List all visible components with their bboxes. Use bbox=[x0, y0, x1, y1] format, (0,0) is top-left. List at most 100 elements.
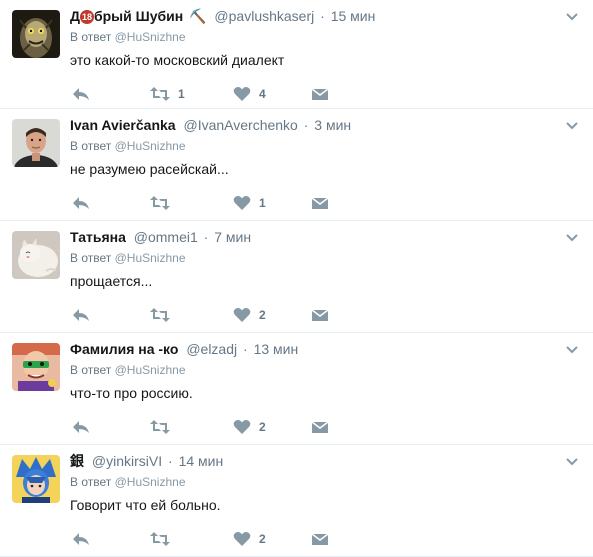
reply-to-handle[interactable]: @HuSnizhne bbox=[115, 251, 186, 265]
reply-to-handle[interactable]: @HuSnizhne bbox=[115, 30, 186, 44]
reply-context: В ответ @HuSnizhne bbox=[70, 249, 581, 267]
tweet[interactable]: Д 18 брый Шубин ⛏️ @pavlushkaserj · 15 мин… bbox=[0, 0, 593, 109]
reply-context: В ответ @HuSnizhne bbox=[70, 28, 581, 46]
replies-feed: Д 18 брый Шубин ⛏️ @pavlushkaserj · 15 мин… bbox=[0, 0, 593, 557]
tweet-timestamp[interactable]: 7 мин bbox=[214, 229, 251, 245]
retweet-icon bbox=[150, 196, 170, 210]
tweet[interactable]: Татьяна @ommei1 · 7 мин В ответ @HuSnizh… bbox=[0, 221, 593, 333]
tweet-timestamp[interactable]: 3 мин bbox=[314, 117, 351, 133]
like-button[interactable]: 2 bbox=[233, 305, 266, 325]
more-caret-icon[interactable] bbox=[565, 10, 579, 24]
tweet-content: Татьяна @ommei1 · 7 мин В ответ @HuSnizh… bbox=[70, 227, 581, 322]
tweet-actions: 2 bbox=[70, 529, 370, 549]
more-caret-icon[interactable] bbox=[565, 343, 579, 357]
retweet-icon bbox=[150, 420, 170, 434]
like-button[interactable]: 1 bbox=[233, 193, 266, 213]
reply-icon bbox=[73, 309, 89, 321]
reply-label: В ответ bbox=[70, 475, 112, 489]
like-button[interactable]: 2 bbox=[233, 417, 266, 437]
author-name-part: Д bbox=[70, 8, 80, 24]
direct-message-button[interactable] bbox=[311, 305, 329, 325]
reply-label: В ответ bbox=[70, 363, 112, 377]
author-username[interactable]: @yinkirsiVI bbox=[92, 453, 162, 469]
reply-icon bbox=[73, 88, 89, 100]
like-icon bbox=[233, 420, 251, 434]
more-caret-icon[interactable] bbox=[565, 231, 579, 245]
avatar[interactable] bbox=[12, 10, 60, 58]
tweet-timestamp[interactable]: 15 мин bbox=[331, 8, 376, 24]
age-18-badge: 18 bbox=[79, 10, 94, 24]
avatar[interactable] bbox=[12, 231, 60, 279]
like-count: 4 bbox=[259, 87, 266, 101]
like-count: 2 bbox=[259, 420, 266, 434]
separator: · bbox=[168, 453, 173, 469]
avatar[interactable] bbox=[12, 119, 60, 167]
retweet-button[interactable] bbox=[150, 529, 178, 549]
direct-message-icon bbox=[311, 197, 329, 209]
direct-message-button[interactable] bbox=[311, 84, 329, 104]
tweet-content: Ivan Avierčanka @IvanAverchenko · 3 мин … bbox=[70, 115, 581, 210]
direct-message-icon bbox=[311, 309, 329, 321]
reply-button[interactable] bbox=[72, 529, 90, 549]
avatar[interactable] bbox=[12, 455, 60, 503]
tweet-content: 銀 @yinkirsiVI · 14 мин В ответ @HuSnizhn… bbox=[70, 451, 581, 546]
reply-to-handle[interactable]: @HuSnizhne bbox=[115, 475, 186, 489]
reply-button[interactable] bbox=[72, 84, 90, 104]
tweet-timestamp[interactable]: 14 мин bbox=[179, 453, 224, 469]
retweet-button[interactable] bbox=[150, 417, 178, 437]
tweet-actions: 1 bbox=[70, 193, 370, 213]
like-button[interactable]: 2 bbox=[233, 529, 266, 549]
author-username[interactable]: @pavlushkaserj bbox=[214, 8, 314, 24]
separator: · bbox=[203, 229, 209, 245]
separator: · bbox=[303, 117, 309, 133]
direct-message-icon bbox=[311, 533, 329, 545]
tweet-header: 銀 @yinkirsiVI · 14 мин bbox=[70, 451, 581, 471]
author-name[interactable]: Татьяна bbox=[70, 229, 126, 245]
author-name[interactable]: Д 18 брый Шубин bbox=[70, 8, 183, 24]
reply-to-handle[interactable]: @HuSnizhne bbox=[115, 363, 186, 377]
author-name[interactable]: Ivan Avierčanka bbox=[70, 117, 176, 133]
retweet-count: 1 bbox=[178, 87, 185, 101]
retweet-button[interactable]: 1 bbox=[150, 84, 185, 104]
reply-button[interactable] bbox=[72, 417, 90, 437]
tweet-timestamp[interactable]: 13 мин bbox=[254, 341, 299, 357]
tweet-header: Ivan Avierčanka @IvanAverchenko · 3 мин bbox=[70, 115, 581, 135]
reply-button[interactable] bbox=[72, 305, 90, 325]
tweet-actions: 1 4 bbox=[70, 84, 370, 104]
reply-icon bbox=[73, 197, 89, 209]
retweet-button[interactable] bbox=[150, 305, 178, 325]
like-icon bbox=[233, 87, 251, 101]
direct-message-button[interactable] bbox=[311, 193, 329, 213]
author-name[interactable]: Фамилия на -ко bbox=[70, 341, 178, 357]
author-name[interactable]: 銀 bbox=[70, 453, 84, 469]
reply-icon bbox=[73, 421, 89, 433]
tweet[interactable]: Ivan Avierčanka @IvanAverchenko · 3 мин … bbox=[0, 109, 593, 221]
reply-label: В ответ bbox=[70, 30, 112, 44]
tweet-actions: 2 bbox=[70, 305, 370, 325]
reply-context: В ответ @HuSnizhne bbox=[70, 137, 581, 155]
tweet-text: что-то про россию. bbox=[70, 385, 193, 401]
author-username[interactable]: @IvanAverchenko bbox=[183, 117, 297, 133]
like-button[interactable]: 4 bbox=[233, 84, 266, 104]
reply-to-handle[interactable]: @HuSnizhne bbox=[115, 139, 186, 153]
more-caret-icon[interactable] bbox=[565, 119, 579, 133]
retweet-button[interactable] bbox=[150, 193, 178, 213]
author-username[interactable]: @elzadj bbox=[186, 341, 237, 357]
reply-button[interactable] bbox=[72, 193, 90, 213]
tweet-text: Говорит что ей больно. bbox=[70, 497, 221, 513]
like-count: 2 bbox=[259, 532, 266, 546]
more-caret-icon[interactable] bbox=[565, 455, 579, 469]
direct-message-button[interactable] bbox=[311, 529, 329, 549]
reply-context: В ответ @HuSnizhne bbox=[70, 473, 581, 491]
tweet[interactable]: 銀 @yinkirsiVI · 14 мин В ответ @HuSnizhn… bbox=[0, 445, 593, 557]
direct-message-button[interactable] bbox=[311, 417, 329, 437]
tweet-header: Д 18 брый Шубин ⛏️ @pavlushkaserj · 15 мин bbox=[70, 6, 581, 26]
retweet-icon bbox=[150, 87, 170, 101]
avatar[interactable] bbox=[12, 343, 60, 391]
author-username[interactable]: @ommei1 bbox=[134, 229, 198, 245]
separator: · bbox=[320, 8, 325, 24]
tweet[interactable]: Фамилия на -ко @elzadj · 13 мин В ответ … bbox=[0, 333, 593, 445]
separator: · bbox=[243, 341, 248, 357]
tweet-text: не разумею расейскай... bbox=[70, 161, 229, 177]
author-name-part: брый Шубин bbox=[93, 8, 184, 24]
